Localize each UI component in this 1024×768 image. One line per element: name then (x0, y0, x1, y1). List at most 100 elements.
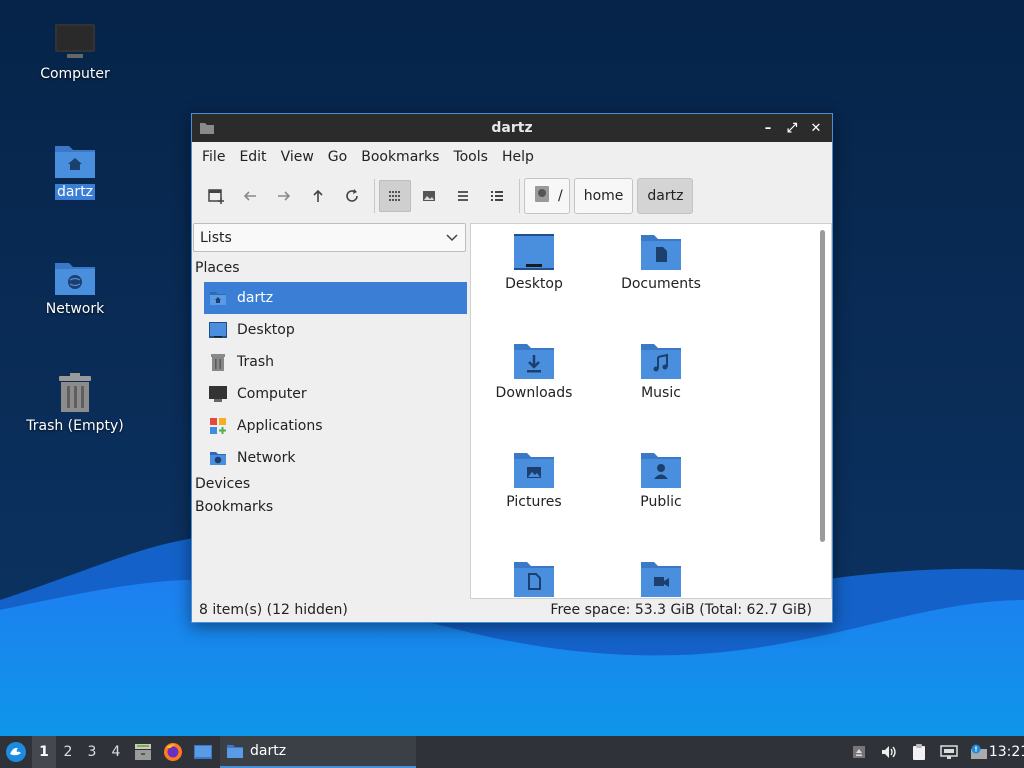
reload-icon (346, 189, 358, 202)
tray-eject-button[interactable] (844, 736, 874, 768)
file-item-videos[interactable] (601, 559, 721, 598)
wired-network-icon (940, 745, 958, 759)
menu-help[interactable]: Help (495, 149, 541, 165)
list-icon (458, 191, 468, 201)
toolbar-separator (374, 179, 375, 213)
desktop-icon (208, 320, 228, 340)
maximize-button[interactable]: ⤢ (782, 118, 802, 138)
status-bar: 8 item(s) (12 hidden) Free space: 53.3 G… (192, 598, 832, 622)
workspace-1[interactable]: 1 (32, 736, 56, 768)
volume-icon (882, 746, 896, 758)
firefox-icon (164, 743, 182, 761)
file-item-templates[interactable] (474, 559, 594, 598)
workspace-4[interactable]: 4 (104, 736, 128, 768)
forward-button[interactable] (268, 180, 300, 212)
desktop-icon-computer[interactable]: Computer (15, 22, 135, 82)
desktop-folder-icon (514, 234, 554, 270)
file-manager-window: dartz – ⤢ ✕ File Edit View Go Bookmarks … (191, 113, 833, 623)
tray-volume-button[interactable] (874, 736, 904, 768)
file-view[interactable]: Desktop Documents Downloads Music Pictur… (470, 223, 832, 599)
menu-go[interactable]: Go (321, 149, 354, 165)
section-places[interactable]: Places (195, 260, 240, 276)
tray-network-button[interactable] (934, 736, 964, 768)
sidebar: Lists Places dartz Desktop Trash Compute… (192, 222, 468, 598)
eject-icon (853, 746, 865, 758)
file-item-desktop[interactable]: Desktop (474, 232, 594, 292)
side-pane-selector[interactable]: Lists (193, 223, 466, 252)
tray-clipboard-button[interactable] (904, 736, 934, 768)
sidebar-item-desktop[interactable]: Desktop (204, 314, 467, 346)
section-bookmarks[interactable]: Bookmarks (195, 499, 273, 515)
computer-icon (208, 384, 228, 404)
back-button[interactable] (234, 180, 266, 212)
file-item-pictures[interactable]: Pictures (474, 450, 594, 510)
sidebar-item-label: Computer (237, 386, 307, 402)
sidebar-item-computer[interactable]: Computer (204, 378, 467, 410)
breadcrumb-dartz[interactable]: dartz (637, 178, 694, 214)
menu-bookmarks[interactable]: Bookmarks (354, 149, 446, 165)
file-item-label: Documents (621, 276, 701, 292)
breadcrumb-root[interactable]: / (524, 178, 570, 214)
minimize-button[interactable]: – (758, 118, 778, 138)
templates-folder-icon (514, 562, 554, 597)
desktop-icon-label: Network (45, 301, 105, 317)
update-notifier-icon (971, 744, 987, 759)
clipboard-icon (913, 744, 925, 760)
arrow-right-icon (278, 191, 291, 201)
sidebar-item-applications[interactable]: Applications (204, 410, 467, 442)
launcher-firefox[interactable] (158, 736, 188, 768)
folder-icon (199, 120, 215, 140)
toolbar: / home dartz (192, 172, 832, 220)
workspace-2[interactable]: 2 (56, 736, 80, 768)
file-view-scrollbar[interactable] (820, 230, 825, 542)
file-item-label: Downloads (495, 385, 573, 401)
window-titlebar[interactable]: dartz – ⤢ ✕ (192, 114, 832, 142)
sidebar-item-network[interactable]: Network (204, 442, 467, 474)
taskbar-window-dartz[interactable]: dartz (220, 736, 416, 768)
new-tab-button[interactable] (200, 180, 232, 212)
icon-view-button[interactable] (379, 180, 411, 212)
start-menu-button[interactable] (0, 736, 32, 768)
desktop-icon-home[interactable]: dartz (15, 140, 135, 200)
trash-icon (208, 352, 228, 372)
thumbnail-view-button[interactable] (413, 180, 445, 212)
file-cabinet-icon (135, 744, 151, 760)
desktop-icon-label: Trash (Empty) (26, 418, 124, 434)
menu-file[interactable]: File (195, 149, 232, 165)
file-item-label: Pictures (506, 494, 562, 510)
reload-button[interactable] (336, 180, 368, 212)
file-item-downloads[interactable]: Downloads (474, 341, 594, 401)
breadcrumb-home[interactable]: home (573, 178, 634, 214)
menu-tools[interactable]: Tools (446, 149, 495, 165)
sidebar-item-dartz[interactable]: dartz (204, 282, 467, 314)
desktop-icon-label: dartz (54, 184, 96, 200)
clock[interactable]: 13:21 (989, 736, 1024, 768)
detailed-list-icon (491, 191, 503, 201)
sidebar-item-trash[interactable]: Trash (204, 346, 467, 378)
file-item-music[interactable]: Music (601, 341, 721, 401)
compact-view-button[interactable] (447, 180, 479, 212)
sidebar-item-label: Trash (237, 354, 274, 370)
breadcrumb-root-label: / (558, 188, 563, 204)
close-button[interactable]: ✕ (806, 118, 826, 138)
menu-edit[interactable]: Edit (232, 149, 273, 165)
videos-folder-icon (641, 562, 681, 597)
taskbar: 1 2 3 4 dartz 13:21 (0, 736, 1024, 768)
desktop-icon-label: Computer (40, 66, 110, 82)
up-button[interactable] (302, 180, 334, 212)
computer-icon (55, 24, 95, 58)
launcher-file-manager[interactable] (128, 736, 158, 768)
desktop-icon (194, 745, 212, 759)
detailed-view-button[interactable] (481, 180, 513, 212)
network-folder-icon (55, 263, 95, 295)
section-devices[interactable]: Devices (195, 476, 250, 492)
workspace-3[interactable]: 3 (80, 736, 104, 768)
file-item-public[interactable]: Public (601, 450, 721, 510)
desktop-icon-trash[interactable]: Trash (Empty) (15, 372, 135, 434)
menu-view[interactable]: View (274, 149, 321, 165)
taskbar-window-title: dartz (250, 743, 287, 759)
file-item-documents[interactable]: Documents (601, 232, 721, 292)
music-folder-icon (641, 344, 681, 379)
launcher-show-desktop[interactable] (188, 736, 218, 768)
desktop-icon-network[interactable]: Network (15, 257, 135, 317)
